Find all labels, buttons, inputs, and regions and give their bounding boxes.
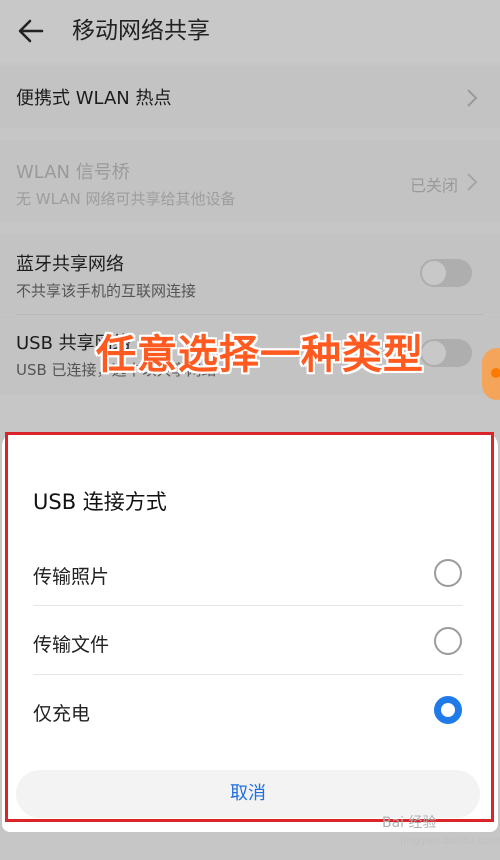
watermark-url: jingyan.baidu.com bbox=[400, 834, 500, 847]
back-arrow-icon[interactable] bbox=[16, 16, 46, 46]
wlan-bridge-status: 已关闭 bbox=[409, 176, 458, 195]
chevron-right-icon bbox=[467, 89, 478, 107]
bluetooth-tethering-subtitle: 不共享该手机的互联网连接 bbox=[16, 282, 197, 300]
highlight-frame bbox=[5, 432, 494, 822]
portable-hotspot-label: 便携式 WLAN 热点 bbox=[16, 88, 172, 109]
wlan-bridge-label: WLAN 信号桥 bbox=[16, 162, 130, 183]
bluetooth-tethering-label: 蓝牙共享网络 bbox=[16, 254, 124, 275]
page-title: 移动网络共享 bbox=[72, 18, 210, 44]
portable-hotspot-row[interactable]: 便携式 WLAN 热点 bbox=[0, 66, 500, 128]
annotation-text: 任意选择一种类型 bbox=[96, 332, 424, 378]
floating-ball-icon[interactable] bbox=[482, 348, 500, 400]
screen: 移动网络共享 便携式 WLAN 热点 WLAN 信号桥 无 WLAN 网络可共享… bbox=[0, 0, 500, 860]
watermark-logo: Bai 经验 bbox=[382, 815, 437, 831]
wlan-bridge-row[interactable]: WLAN 信号桥 无 WLAN 网络可共享给其他设备 已关闭 bbox=[0, 140, 500, 222]
chevron-right-icon bbox=[467, 173, 478, 191]
bluetooth-tethering-toggle[interactable] bbox=[420, 259, 472, 287]
toggle-knob bbox=[422, 341, 446, 365]
bluetooth-tethering-row[interactable]: 蓝牙共享网络 不共享该手机的互联网连接 bbox=[0, 234, 500, 314]
toggle-knob bbox=[422, 261, 446, 285]
app-bar: 移动网络共享 bbox=[0, 0, 500, 62]
wlan-bridge-subtitle: 无 WLAN 网络可共享给其他设备 bbox=[16, 190, 236, 208]
usb-tethering-toggle[interactable] bbox=[420, 339, 472, 367]
